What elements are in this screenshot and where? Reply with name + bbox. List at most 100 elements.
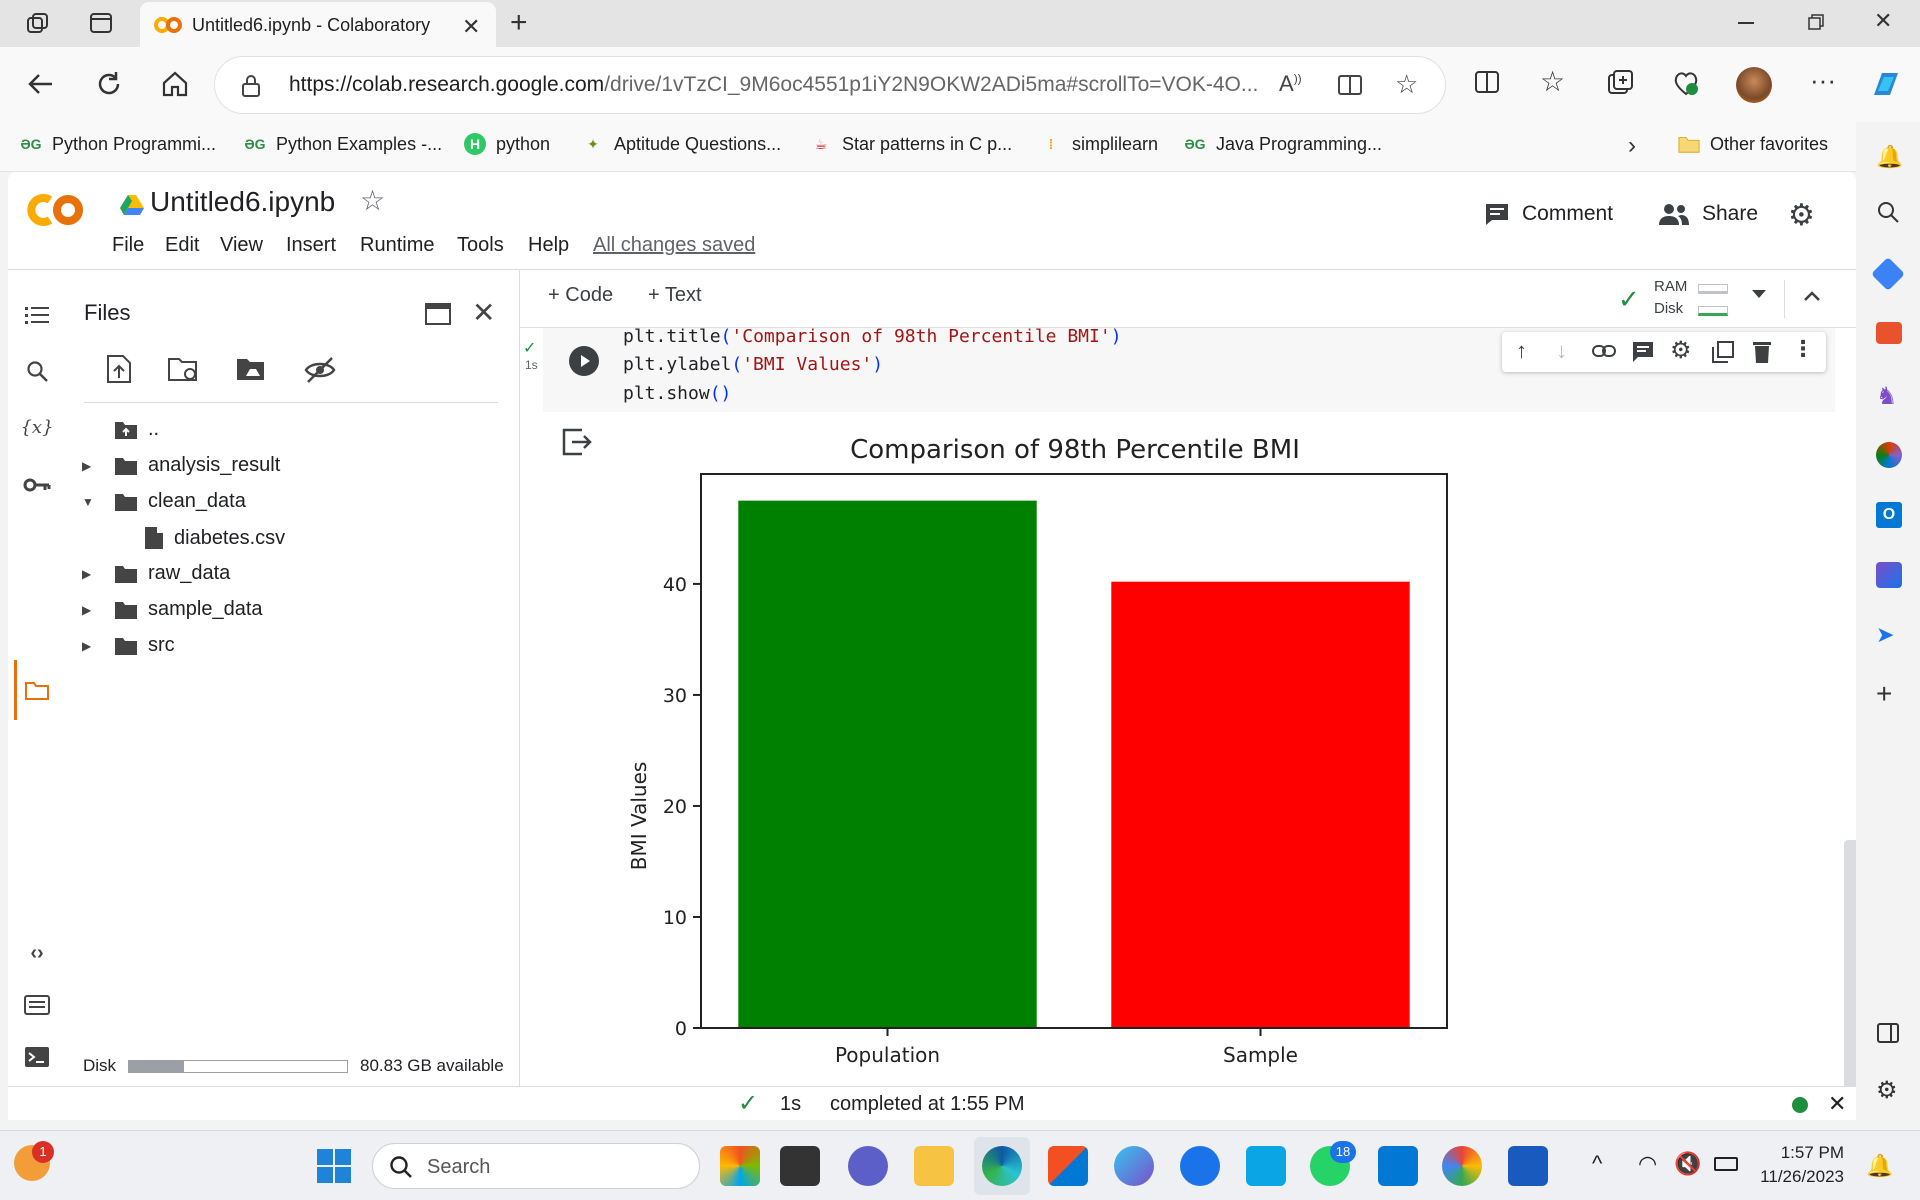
menu-file[interactable]: File — [112, 234, 144, 257]
drive-icon[interactable] — [120, 194, 144, 216]
favorite-link[interactable]: ☕ Star patterns in C p... — [810, 133, 1012, 155]
comment-button[interactable]: Comment — [1484, 202, 1613, 226]
chevron-right-icon[interactable]: ▶ — [82, 567, 104, 581]
hidden-files-icon[interactable] — [304, 356, 336, 384]
chevron-right-icon[interactable]: ▶ — [82, 639, 104, 653]
split-screen-icon[interactable] — [1474, 69, 1500, 95]
store-app-icon[interactable] — [1048, 1146, 1088, 1186]
notepad-app-icon[interactable] — [780, 1146, 820, 1186]
link-icon[interactable] — [1592, 344, 1616, 358]
battery-icon[interactable] — [1714, 1157, 1738, 1171]
favorite-link[interactable]: ƏG Java Programming... — [1184, 133, 1382, 155]
shopping-tag-icon[interactable] — [1871, 257, 1905, 291]
tree-item-src[interactable]: ▶ src — [82, 634, 175, 657]
collapse-icon[interactable] — [1800, 284, 1824, 308]
add-code-button[interactable]: + Code — [548, 284, 613, 307]
tree-item-sample-data[interactable]: ▶ sample_data — [82, 598, 263, 621]
restore-icon[interactable] — [1808, 14, 1824, 30]
tree-item-analysis-result[interactable]: ▶ analysis_result — [82, 454, 280, 477]
start-button[interactable] — [316, 1148, 352, 1184]
upload-icon[interactable] — [106, 354, 132, 384]
show-hidden-icons[interactable]: ^ — [1592, 1151, 1602, 1177]
outlook-app-icon[interactable] — [1378, 1146, 1418, 1186]
menu-edit[interactable]: Edit — [165, 234, 199, 257]
sidebar-toggle-icon[interactable] — [1876, 1022, 1900, 1044]
clock-date[interactable]: 11/26/2023 — [1754, 1167, 1844, 1187]
star-icon[interactable]: ☆ — [360, 184, 385, 217]
active-tab[interactable]: Untitled6.ipynb - Colaboratory ✕ — [140, 2, 496, 47]
wifi-icon[interactable]: ◠ — [1638, 1151, 1657, 1177]
tools-icon[interactable] — [1876, 322, 1902, 344]
close-tab-icon[interactable]: ✕ — [462, 14, 480, 40]
move-down-icon[interactable]: ↓ — [1556, 338, 1567, 364]
help-app-icon[interactable] — [1180, 1146, 1220, 1186]
close-panel-icon[interactable]: ✕ — [472, 296, 495, 329]
favorite-link[interactable]: ⁞ simplilearn — [1040, 133, 1158, 155]
tab-actions-icon[interactable] — [88, 10, 114, 36]
move-up-icon[interactable]: ↑ — [1516, 338, 1527, 364]
collections-icon[interactable] — [1606, 69, 1634, 97]
cell-settings-icon[interactable]: ⚙ — [1670, 336, 1692, 365]
menu-insert[interactable]: Insert — [286, 234, 336, 257]
chevron-right-icon[interactable]: ▶ — [82, 603, 104, 617]
key-icon[interactable] — [22, 470, 52, 500]
delete-icon[interactable] — [1752, 340, 1772, 364]
save-status[interactable]: All changes saved — [593, 234, 755, 257]
send-icon[interactable]: ➤ — [1876, 622, 1894, 648]
open-in-tab-icon[interactable] — [424, 302, 452, 326]
more-vert-icon[interactable]: ⋮ — [1792, 336, 1814, 362]
designer-icon[interactable] — [1876, 562, 1902, 588]
taskbar-search[interactable]: Search — [372, 1143, 700, 1189]
favorite-link[interactable]: Hpython — [464, 133, 550, 155]
games-icon[interactable]: ♞ — [1876, 382, 1898, 411]
folder-icon[interactable] — [22, 676, 52, 706]
scrollbar[interactable] — [1844, 840, 1856, 1120]
browser-essentials-icon[interactable] — [1672, 69, 1700, 97]
volume-muted-icon[interactable]: 🔇 — [1674, 1151, 1701, 1177]
menu-tools[interactable]: Tools — [457, 234, 504, 257]
favorite-star-icon[interactable]: ☆ — [1395, 69, 1418, 100]
read-aloud-icon[interactable]: A)) — [1279, 71, 1302, 97]
tree-item-diabetes-csv[interactable]: diabetes.csv — [144, 526, 285, 550]
resources-indicator[interactable]: RAM Disk — [1654, 278, 1740, 322]
output-icon[interactable] — [562, 428, 592, 456]
back-icon[interactable] — [26, 69, 56, 99]
favorite-link[interactable]: ƏG Python Examples -... — [244, 133, 442, 155]
copilot-app-icon[interactable] — [720, 1146, 760, 1186]
bell-icon[interactable]: 🔔 — [1876, 144, 1903, 170]
chevron-right-icon[interactable]: ▶ — [82, 459, 104, 473]
chevron-down-icon[interactable] — [1752, 290, 1766, 298]
notebook-title[interactable]: Untitled6.ipynb — [150, 186, 335, 218]
refresh-icon[interactable] — [94, 69, 124, 99]
mount-drive-icon[interactable] — [236, 356, 268, 384]
comment-icon[interactable] — [1632, 341, 1654, 363]
office-icon[interactable] — [1876, 442, 1902, 468]
colab-logo[interactable] — [26, 192, 88, 228]
menu-view[interactable]: View — [220, 234, 263, 257]
copilot-icon[interactable] — [1868, 67, 1904, 103]
chevron-down-icon[interactable]: ▼ — [82, 495, 104, 509]
refresh-folder-icon[interactable] — [168, 356, 200, 384]
new-tab-icon[interactable]: + — [510, 6, 528, 40]
close-status-icon[interactable]: ✕ — [1828, 1091, 1846, 1117]
parent-directory[interactable]: .. — [114, 418, 159, 441]
search-icon[interactable] — [1876, 200, 1900, 224]
add-text-button[interactable]: + Text — [648, 284, 702, 307]
code-snippets-icon[interactable]: ‹› — [22, 938, 52, 968]
run-cell-button[interactable] — [569, 346, 599, 376]
clock-time[interactable]: 1:57 PM — [1764, 1143, 1844, 1163]
cortana-app-icon[interactable] — [1246, 1146, 1286, 1186]
url-field[interactable]: https://colab.research.google.com/drive/… — [214, 56, 1446, 114]
profile-avatar[interactable] — [1736, 67, 1772, 103]
command-palette-icon[interactable] — [22, 990, 52, 1020]
immersive-reader-icon[interactable] — [1337, 73, 1363, 97]
close-window-icon[interactable]: ✕ — [1874, 8, 1892, 34]
teams-app-icon[interactable] — [848, 1146, 888, 1186]
home-icon[interactable] — [160, 69, 190, 99]
chrome-app-icon[interactable] — [1442, 1146, 1482, 1186]
search-icon[interactable] — [22, 356, 52, 386]
notification-bell-icon[interactable]: 🔔 — [1866, 1153, 1893, 1179]
mirror-cell-icon[interactable] — [1712, 341, 1734, 363]
workspaces-icon[interactable] — [24, 10, 52, 38]
variables-icon[interactable]: {x} — [20, 412, 53, 442]
